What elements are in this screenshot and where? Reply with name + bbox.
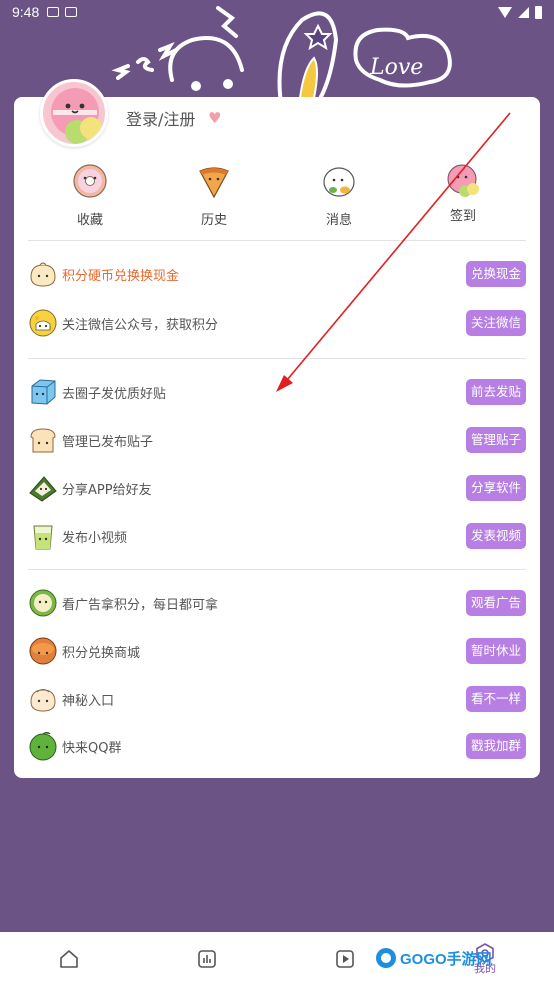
list-item[interactable]: 关注微信公众号，获取积分 关注微信 (28, 308, 526, 338)
sushi-icon (323, 167, 355, 197)
list-item[interactable]: 积分兑换商城 暂时休业 (28, 636, 526, 666)
watch-ads-button[interactable]: 观看广告 (465, 590, 526, 616)
watermark-logo: GOGO手游网 (374, 946, 492, 970)
divider (28, 358, 526, 359)
watermark-icon (376, 948, 396, 968)
go-post-button[interactable]: 前去发贴 (465, 379, 526, 405)
exchange-cash-button[interactable]: 兑换现金 (465, 261, 526, 287)
macaron-icon (447, 164, 479, 197)
quick-favorites-label: 收藏 (76, 213, 103, 228)
dumpling-icon (30, 689, 56, 712)
list-item[interactable]: 神秘入口 看不一样 (28, 684, 526, 714)
home-tab-icon[interactable] (58, 948, 80, 970)
bun-icon (30, 262, 56, 287)
list-item[interactable]: 快来QQ群 戳我加群 (28, 731, 526, 761)
list-item[interactable]: 分享APP给好友 分享软件 (28, 473, 526, 503)
toast-icon (30, 428, 56, 453)
quick-messages-label: 消息 (325, 213, 352, 228)
drink-icon (33, 525, 53, 550)
rice-triangle-icon (29, 476, 57, 502)
heart-icon: ♥ (208, 109, 222, 127)
share-app-button[interactable]: 分享软件 (465, 475, 526, 501)
quick-checkin-label: 签到 (449, 209, 476, 224)
stats-tab-icon[interactable] (196, 948, 218, 970)
divider (28, 240, 526, 241)
follow-wechat-button[interactable]: 关注微信 (465, 310, 526, 336)
list-item[interactable]: 管理已发布贴子 管理贴子 (28, 425, 526, 455)
list-item-text: 发布小视频 (62, 530, 128, 546)
svg-text:Love: Love (369, 55, 423, 80)
list-item-text: 管理已发布贴子 (62, 434, 154, 450)
list-item-text: 积分兑换商城 (62, 645, 141, 661)
quick-history-label: 历史 (200, 213, 227, 228)
quick-history[interactable]: 历史 (179, 163, 249, 228)
list-item-text: 看广告拿积分，每日都可拿 (62, 597, 219, 613)
divider (28, 569, 526, 570)
list-item[interactable]: 发布小视频 发表视频 (28, 521, 526, 551)
points-mall-button[interactable]: 暂时休业 (465, 638, 526, 664)
mystery-entry-button[interactable]: 看不一样 (465, 686, 526, 712)
lime-icon (29, 731, 57, 761)
pizza-icon (199, 167, 229, 199)
list-item-text: 去圈子发优质好贴 (62, 386, 167, 402)
join-qq-group-button[interactable]: 戳我加群 (465, 733, 526, 759)
login-register-link[interactable]: 登录/注册 (126, 106, 195, 130)
list-item[interactable]: 去圈子发优质好贴 前去发贴 (28, 377, 526, 407)
ice-cube-icon (31, 379, 56, 405)
avatar[interactable] (40, 79, 108, 147)
list-item[interactable]: 看广告拿积分，每日都可拿 观看广告 (28, 588, 526, 618)
list-item-text: 分享APP给好友 (62, 482, 152, 498)
roll-icon (29, 589, 57, 617)
list-item[interactable]: 积分硬币兑换换现金 兑换现金 (28, 259, 526, 289)
video-tab-icon[interactable] (334, 948, 356, 970)
list-item-text: 神秘入口 (62, 693, 115, 709)
quick-favorites[interactable]: 收藏 (55, 163, 125, 228)
cookie-icon (29, 637, 57, 665)
quick-messages[interactable]: 消息 (304, 163, 374, 228)
manage-posts-button[interactable]: 管理贴子 (465, 427, 526, 453)
post-video-button[interactable]: 发表视频 (465, 523, 526, 549)
watermark-text: GOGO手游网 (400, 950, 492, 968)
list-item-text: 快来QQ群 (62, 740, 122, 756)
cheese-icon (29, 309, 57, 337)
list-item-text: 关注微信公众号，获取积分 (62, 317, 219, 333)
list-item-text: 积分硬币兑换换现金 (62, 268, 180, 284)
quick-checkin[interactable]: 签到 (428, 163, 498, 224)
donut-icon (73, 164, 107, 198)
